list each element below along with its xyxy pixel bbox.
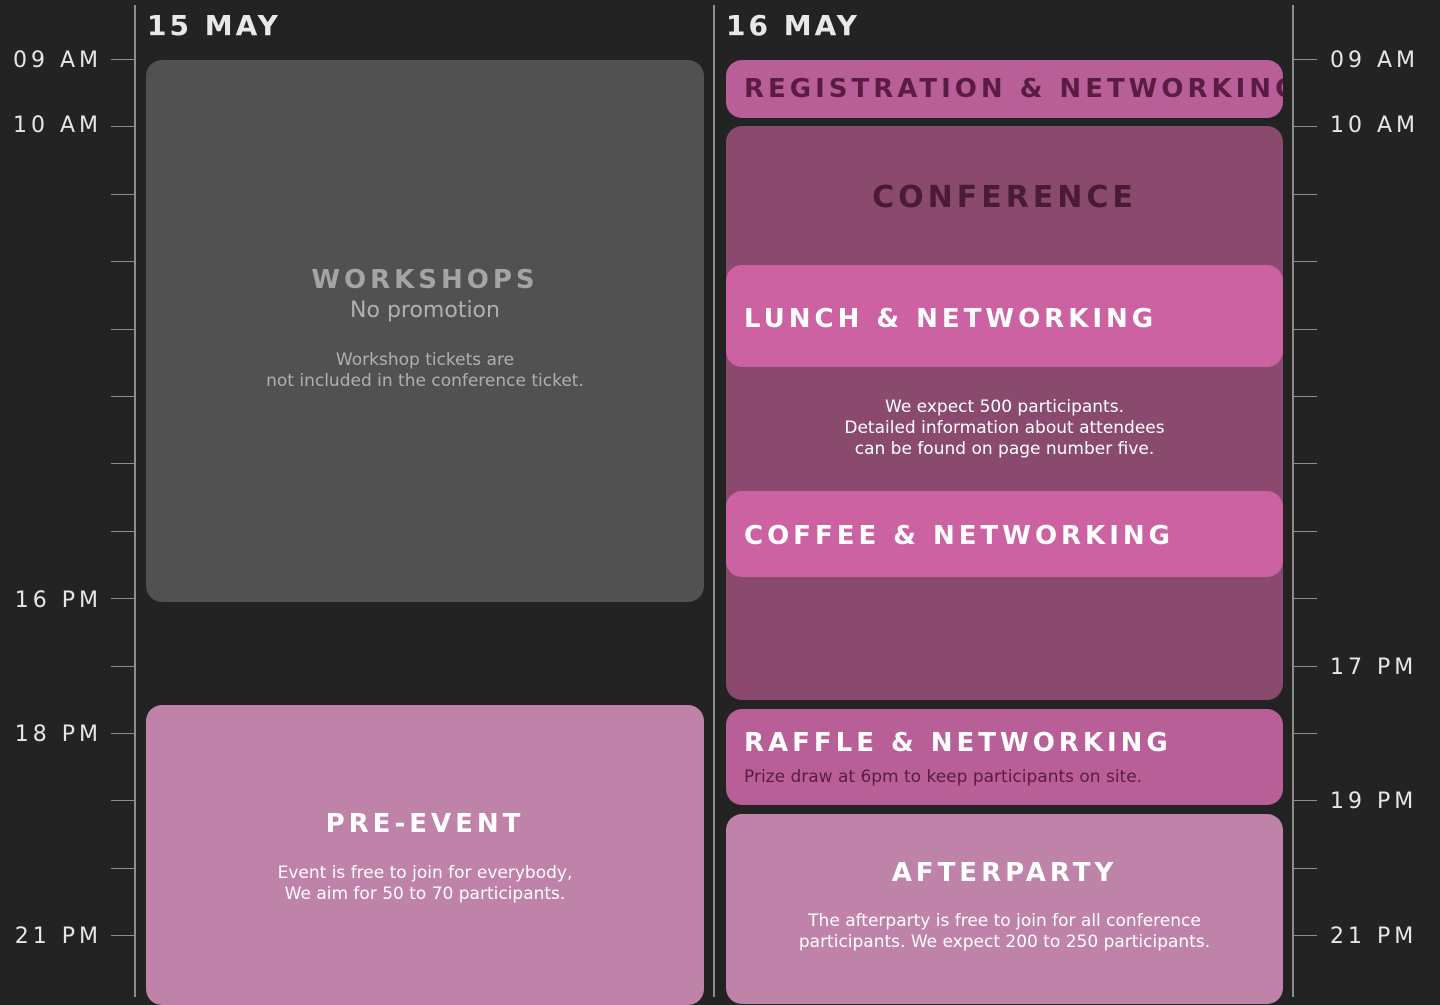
- left-hour-tick: [111, 666, 134, 667]
- left-hour-tick: [111, 194, 134, 195]
- time-label: 19 PM: [1330, 789, 1418, 814]
- left-hour-tick: [111, 463, 134, 464]
- time-label: 21 PM: [1330, 924, 1418, 949]
- right-hour-tick: [1294, 733, 1317, 734]
- left-hour-tick: [111, 598, 134, 599]
- left-hour-tick: [111, 59, 134, 60]
- right-hour-tick: [1294, 59, 1317, 60]
- pre-event-title: PRE-EVENT: [325, 809, 525, 839]
- day-header-16-may: 16 MAY: [726, 9, 860, 42]
- workshops-description: Workshop tickets are not included in the…: [266, 350, 584, 391]
- time-label: 09 AM: [12, 48, 102, 73]
- time-label: 16 PM: [14, 588, 102, 613]
- right-hour-tick: [1294, 531, 1317, 532]
- time-label: 10 AM: [12, 113, 102, 138]
- time-label: 17 PM: [1330, 655, 1418, 680]
- workshops-subtitle: No promotion: [350, 298, 500, 323]
- conference-block[interactable]: CONFERENCE We expect 500 participants. D…: [726, 126, 1283, 700]
- afterparty-title: AFTERPARTY: [891, 858, 1118, 888]
- left-hour-tick: [111, 261, 134, 262]
- conference-title: CONFERENCE: [872, 180, 1137, 215]
- right-hour-tick: [1294, 261, 1317, 262]
- conference-description: We expect 500 participants. Detailed inf…: [844, 397, 1165, 459]
- right-hour-tick: [1294, 666, 1317, 667]
- right-hour-tick: [1294, 800, 1317, 801]
- pre-event-block[interactable]: PRE-EVENT Event is free to join for ever…: [146, 705, 704, 1005]
- left-hour-tick: [111, 868, 134, 869]
- day-header-15-may: 15 MAY: [147, 9, 281, 42]
- time-label: 10 AM: [1330, 113, 1420, 138]
- right-hour-tick: [1294, 463, 1317, 464]
- raffle-title: RAFFLE & NETWORKING: [744, 728, 1172, 758]
- registration-block[interactable]: REGISTRATION & NETWORKING: [726, 60, 1283, 118]
- time-label: 21 PM: [14, 924, 102, 949]
- right-hour-tick: [1294, 598, 1317, 599]
- afterparty-description: The afterparty is free to join for all c…: [798, 911, 1211, 952]
- left-hour-tick: [111, 396, 134, 397]
- coffee-block[interactable]: COFFEE & NETWORKING: [726, 491, 1283, 577]
- pre-event-description: Event is free to join for everybody, We …: [277, 863, 573, 904]
- right-hour-tick: [1294, 329, 1317, 330]
- left-hour-tick: [111, 935, 134, 936]
- raffle-block[interactable]: RAFFLE & NETWORKING Prize draw at 6pm to…: [726, 709, 1283, 805]
- afterparty-block[interactable]: AFTERPARTY The afterparty is free to joi…: [726, 814, 1283, 1004]
- time-label: 09 AM: [1330, 48, 1420, 73]
- left-hour-tick: [111, 329, 134, 330]
- time-label: 18 PM: [14, 722, 102, 747]
- registration-title: REGISTRATION & NETWORKING: [744, 74, 1283, 104]
- day-divider: [713, 5, 715, 997]
- left-hour-tick: [111, 800, 134, 801]
- right-hour-tick: [1294, 194, 1317, 195]
- lunch-title: LUNCH & NETWORKING: [744, 304, 1158, 334]
- right-hour-tick: [1294, 126, 1317, 127]
- left-hour-tick: [111, 126, 134, 127]
- workshops-block[interactable]: WORKSHOPS No promotion Workshop tickets …: [146, 60, 704, 602]
- right-hour-tick: [1294, 868, 1317, 869]
- coffee-title: COFFEE & NETWORKING: [744, 521, 1174, 551]
- workshops-title: WORKSHOPS: [311, 265, 539, 295]
- left-hour-tick: [111, 531, 134, 532]
- right-time-axis: [1292, 5, 1294, 997]
- right-hour-tick: [1294, 396, 1317, 397]
- raffle-description: Prize draw at 6pm to keep participants o…: [744, 767, 1143, 787]
- lunch-block[interactable]: LUNCH & NETWORKING: [726, 265, 1283, 367]
- right-hour-tick: [1294, 935, 1317, 936]
- left-time-axis: [134, 5, 136, 997]
- left-hour-tick: [111, 733, 134, 734]
